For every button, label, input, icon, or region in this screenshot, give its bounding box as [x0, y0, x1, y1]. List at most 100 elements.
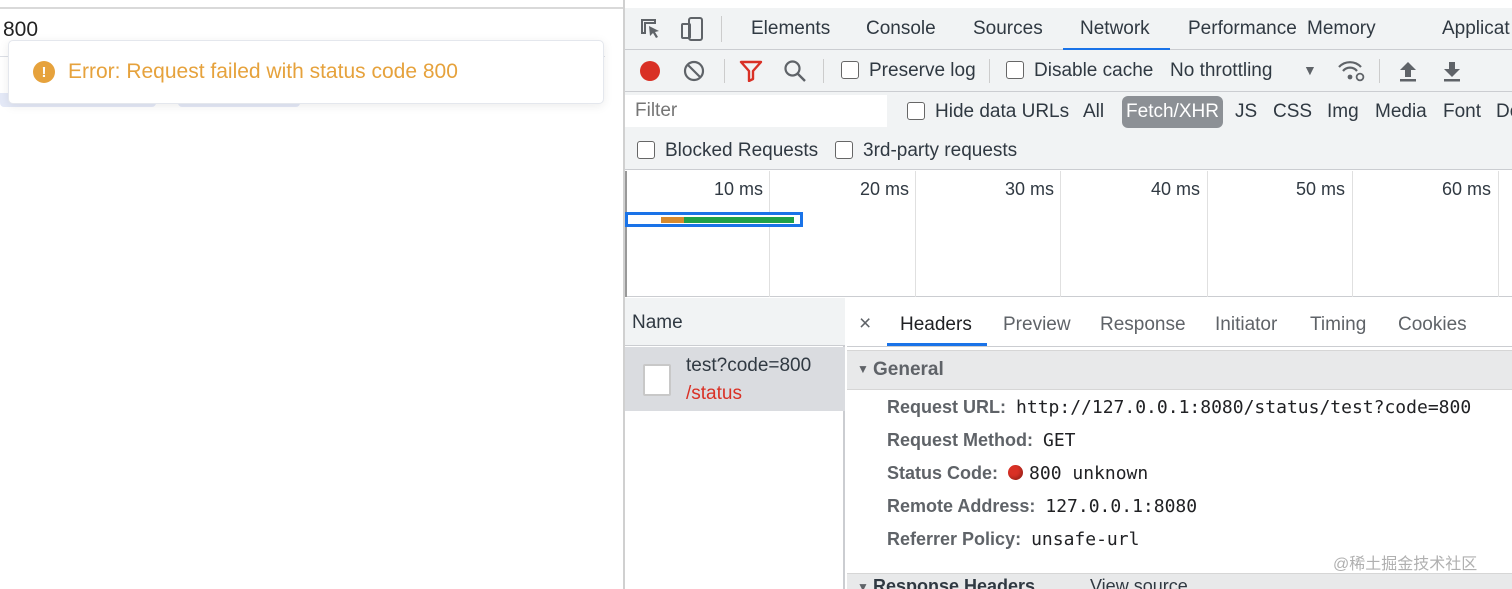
hide-data-urls-label: Hide data URLs [935, 101, 1070, 122]
checkbox-box[interactable] [637, 141, 655, 159]
tick-label: 50 ms [1296, 179, 1346, 199]
request-row[interactable]: test?code=800 /status [625, 347, 845, 411]
type-filter-js[interactable]: JS [1235, 101, 1257, 123]
blocked-requests-checkbox[interactable]: Blocked Requests [637, 140, 818, 162]
tab-response[interactable]: Response [1100, 314, 1186, 336]
timing-waiting-segment [661, 217, 684, 223]
response-headers-title: Response Headers [873, 576, 1036, 589]
preserve-log-label: Preserve log [869, 60, 976, 81]
toast-message: Error: Request failed with status code 8… [68, 60, 458, 83]
request-method-row: Request Method: GET [887, 430, 1076, 451]
type-filter-img[interactable]: Img [1327, 101, 1359, 123]
tab-application[interactable]: Applicat [1442, 18, 1510, 40]
tab-cookies[interactable]: Cookies [1398, 314, 1467, 336]
filter-icon[interactable] [739, 60, 763, 87]
separator [721, 16, 722, 42]
checkbox-box[interactable] [907, 102, 925, 120]
tab-performance[interactable]: Performance [1188, 18, 1297, 40]
checkbox-box[interactable] [1006, 61, 1024, 79]
tab-headers[interactable]: Headers [900, 314, 972, 336]
device-toolbar-icon[interactable] [679, 16, 705, 47]
request-list: Name test?code=800 /status [625, 298, 845, 589]
web-page: 800 ! Error: Request failed with status … [0, 0, 623, 589]
tab-network[interactable]: Network [1080, 18, 1150, 40]
network-toolbar: Preserve log Disable cache No throttling… [625, 50, 1512, 92]
tab-memory[interactable]: Memory [1307, 18, 1376, 40]
disable-cache-label: Disable cache [1034, 60, 1154, 81]
gridline [1207, 171, 1208, 297]
tab-sources[interactable]: Sources [973, 18, 1043, 40]
request-url-label: Request URL: [887, 397, 1007, 417]
referrer-policy-row: Referrer Policy: unsafe-url [887, 529, 1139, 550]
page-border [0, 7, 623, 9]
error-toast: ! Error: Request failed with status code… [8, 40, 604, 104]
gridline [769, 171, 770, 297]
remote-address-value: 127.0.0.1:8080 [1045, 496, 1198, 517]
general-title: General [873, 359, 944, 380]
referrer-policy-value: unsafe-url [1031, 529, 1140, 550]
tick-label: 30 ms [1005, 179, 1055, 199]
remote-address-row: Remote Address: 127.0.0.1:8080 [887, 496, 1197, 517]
general-section-header[interactable]: ▼ General [847, 350, 1512, 390]
type-filter-fetch-xhr[interactable]: Fetch/XHR [1122, 96, 1223, 128]
request-name: test?code=800 [686, 355, 812, 376]
gridline [1060, 171, 1061, 297]
clear-icon[interactable] [683, 60, 705, 87]
gridline [1498, 171, 1499, 297]
separator [724, 59, 725, 83]
name-header-label: Name [632, 312, 683, 333]
collapse-triangle-icon: ▼ [857, 362, 869, 376]
response-headers-section-header[interactable]: ▼ Response Headers View source [847, 573, 1512, 589]
filter-bar-secondary: Blocked Requests 3rd-party requests [625, 132, 1512, 170]
checkbox-box[interactable] [841, 61, 859, 79]
type-filter-font[interactable]: Font [1443, 101, 1481, 123]
request-details: × Headers Preview Response Initiator Tim… [847, 298, 1512, 589]
timeline-start [625, 171, 627, 297]
tick-label: 20 ms [860, 179, 910, 199]
status-code-row: Status Code: 800 unknown [887, 463, 1148, 484]
type-filter-media[interactable]: Media [1375, 101, 1427, 123]
tab-initiator[interactable]: Initiator [1215, 314, 1277, 336]
export-har-icon[interactable] [1441, 59, 1463, 88]
separator [1379, 59, 1380, 83]
blocked-requests-label: Blocked Requests [665, 140, 819, 161]
import-har-icon[interactable] [1397, 59, 1419, 88]
checkbox-box[interactable] [835, 141, 853, 159]
search-icon[interactable] [783, 59, 807, 88]
dropdown-arrow-icon[interactable]: ▼ [1303, 62, 1317, 78]
preserve-log-checkbox[interactable]: Preserve log [841, 60, 976, 82]
close-icon[interactable]: × [859, 312, 871, 336]
view-source-link[interactable]: View source [1090, 576, 1188, 589]
tab-preview[interactable]: Preview [1003, 314, 1071, 336]
name-column-header[interactable]: Name [625, 298, 845, 346]
tab-console[interactable]: Console [866, 18, 936, 40]
hide-data-urls-checkbox[interactable]: Hide data URLs [907, 101, 1069, 123]
request-method-value: GET [1043, 430, 1076, 451]
record-icon[interactable] [639, 60, 661, 87]
status-error-icon [1008, 465, 1024, 480]
type-filter-css[interactable]: CSS [1273, 101, 1312, 123]
filter-input[interactable] [625, 95, 887, 127]
tab-timing[interactable]: Timing [1310, 314, 1366, 336]
network-conditions-icon[interactable] [1337, 58, 1365, 87]
tick-label: 40 ms [1151, 179, 1201, 199]
type-filter-doc[interactable]: Do [1496, 101, 1512, 123]
code-input[interactable]: 800 [3, 18, 38, 42]
request-path: /status [686, 383, 742, 404]
tick-label: 60 ms [1442, 179, 1492, 199]
details-tabbar: × Headers Preview Response Initiator Tim… [847, 298, 1512, 347]
type-filter-all[interactable]: All [1083, 101, 1104, 123]
request-timing-bar[interactable] [625, 212, 803, 227]
throttling-select[interactable]: No throttling [1170, 60, 1272, 82]
timing-download-segment [684, 217, 794, 223]
collapse-triangle-icon: ▼ [857, 580, 869, 589]
network-overview[interactable]: 10 ms 20 ms 30 ms 40 ms 50 ms 60 ms [625, 171, 1512, 297]
disable-cache-checkbox[interactable]: Disable cache [1006, 60, 1153, 82]
separator [989, 59, 990, 83]
referrer-policy-label: Referrer Policy: [887, 529, 1022, 549]
third-party-checkbox[interactable]: 3rd-party requests [835, 140, 1017, 162]
inspect-element-icon[interactable] [639, 17, 663, 46]
status-code-label: Status Code: [887, 463, 999, 483]
tab-elements[interactable]: Elements [751, 18, 830, 40]
xhr-file-icon [643, 364, 671, 396]
